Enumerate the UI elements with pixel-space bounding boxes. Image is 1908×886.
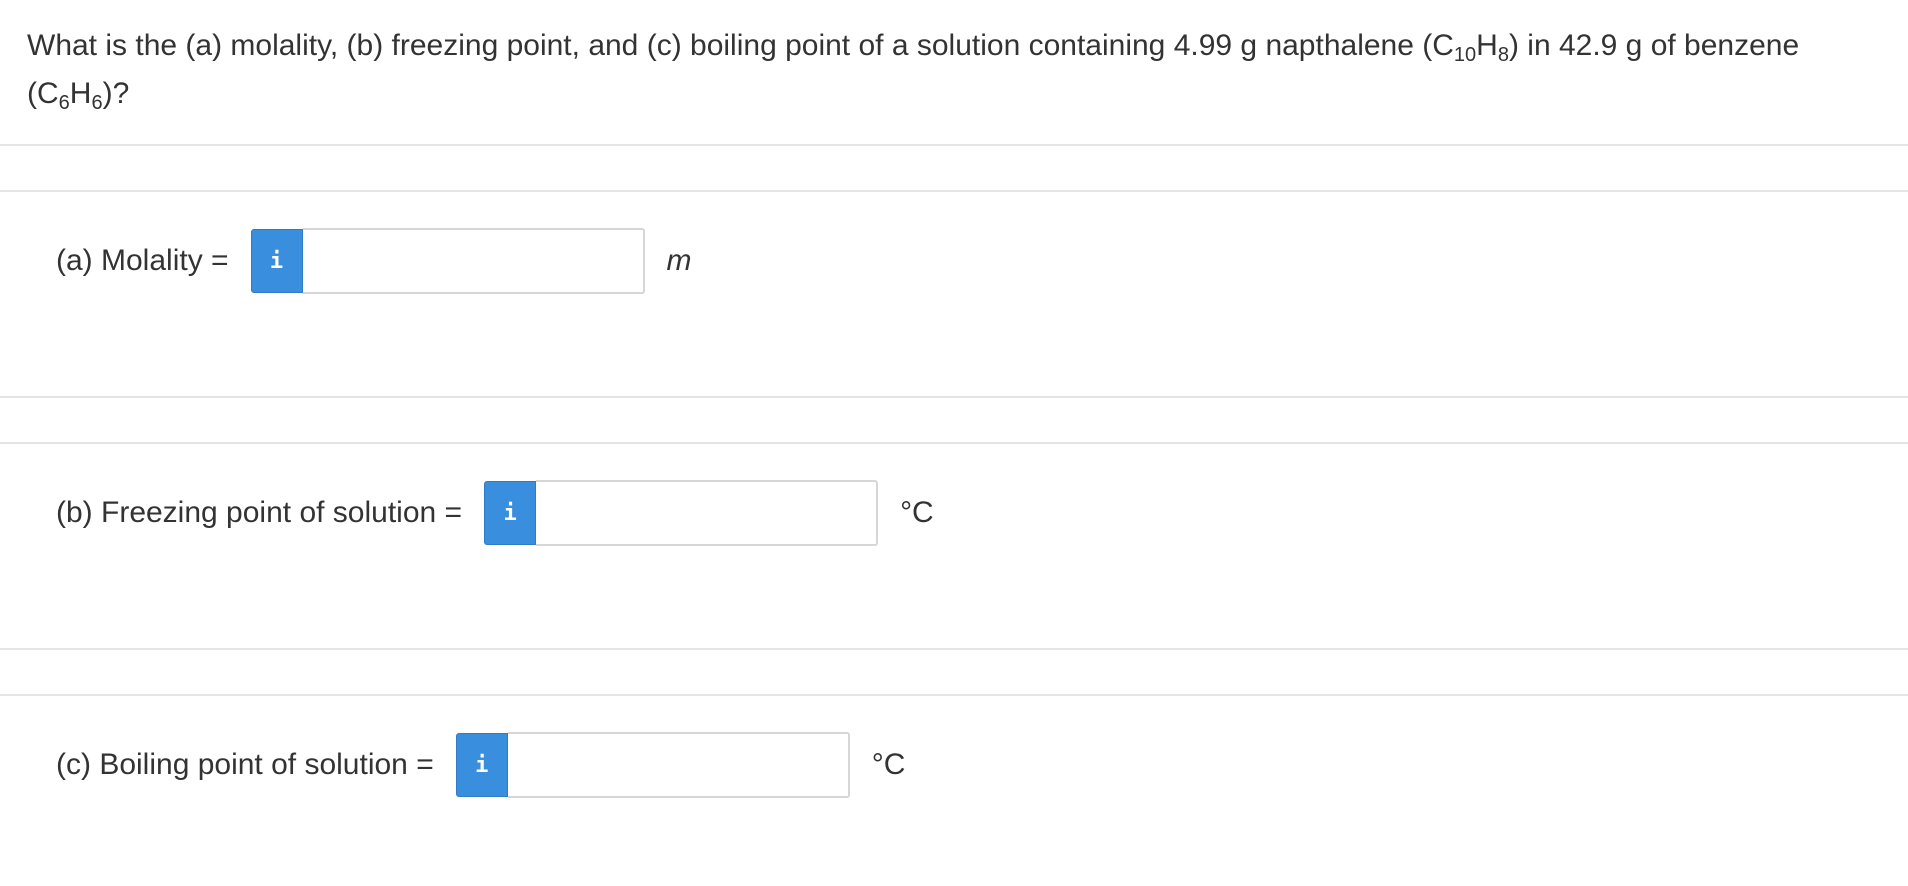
question-subscript-hydrogen-8: 8 xyxy=(1497,44,1509,66)
question-part-6: H xyxy=(69,77,92,110)
question-subscript-hydrogen-6: 6 xyxy=(91,92,103,114)
part-c-row: (c) Boiling point of solution = i °C xyxy=(56,732,905,798)
part-a-info-button[interactable]: i xyxy=(250,229,303,293)
divider xyxy=(0,694,1908,696)
question-page: What is the (a) molality, (b) freezing p… xyxy=(0,0,1908,886)
part-a-row: (a) Molality = i m xyxy=(56,228,692,294)
part-b-label: (b) Freezing point of solution = xyxy=(56,496,463,529)
divider xyxy=(0,442,1908,444)
divider xyxy=(0,396,1908,398)
part-b-info-button[interactable]: i xyxy=(484,481,537,545)
part-b-row: (b) Freezing point of solution = i °C xyxy=(56,480,934,546)
info-icon: i xyxy=(475,752,489,778)
molality-input[interactable] xyxy=(302,228,645,294)
part-a-label: (a) Molality = xyxy=(56,244,229,277)
freezing-point-input[interactable] xyxy=(536,480,879,546)
boiling-point-input[interactable] xyxy=(507,732,850,798)
divider xyxy=(0,190,1908,192)
part-a-unit: m xyxy=(666,244,692,277)
divider xyxy=(0,648,1908,650)
info-icon: i xyxy=(269,248,284,274)
part-b-unit: °C xyxy=(900,496,934,529)
question-text: What is the (a) molality, (b) freezing p… xyxy=(27,22,1867,118)
question-part-2: H xyxy=(1476,29,1498,62)
part-c-label: (c) Boiling point of solution = xyxy=(56,748,434,781)
question-subscript-carbon-10: 10 xyxy=(1453,44,1477,66)
info-icon: i xyxy=(503,500,517,526)
part-c-unit: °C xyxy=(871,748,906,781)
question-part-0: What is the (a) molality, (b) freezing p… xyxy=(27,29,1454,62)
divider xyxy=(0,144,1908,146)
question-subscript-carbon-6: 6 xyxy=(58,92,70,114)
question-part-8: )? xyxy=(102,77,130,110)
part-c-info-button[interactable]: i xyxy=(455,733,508,797)
